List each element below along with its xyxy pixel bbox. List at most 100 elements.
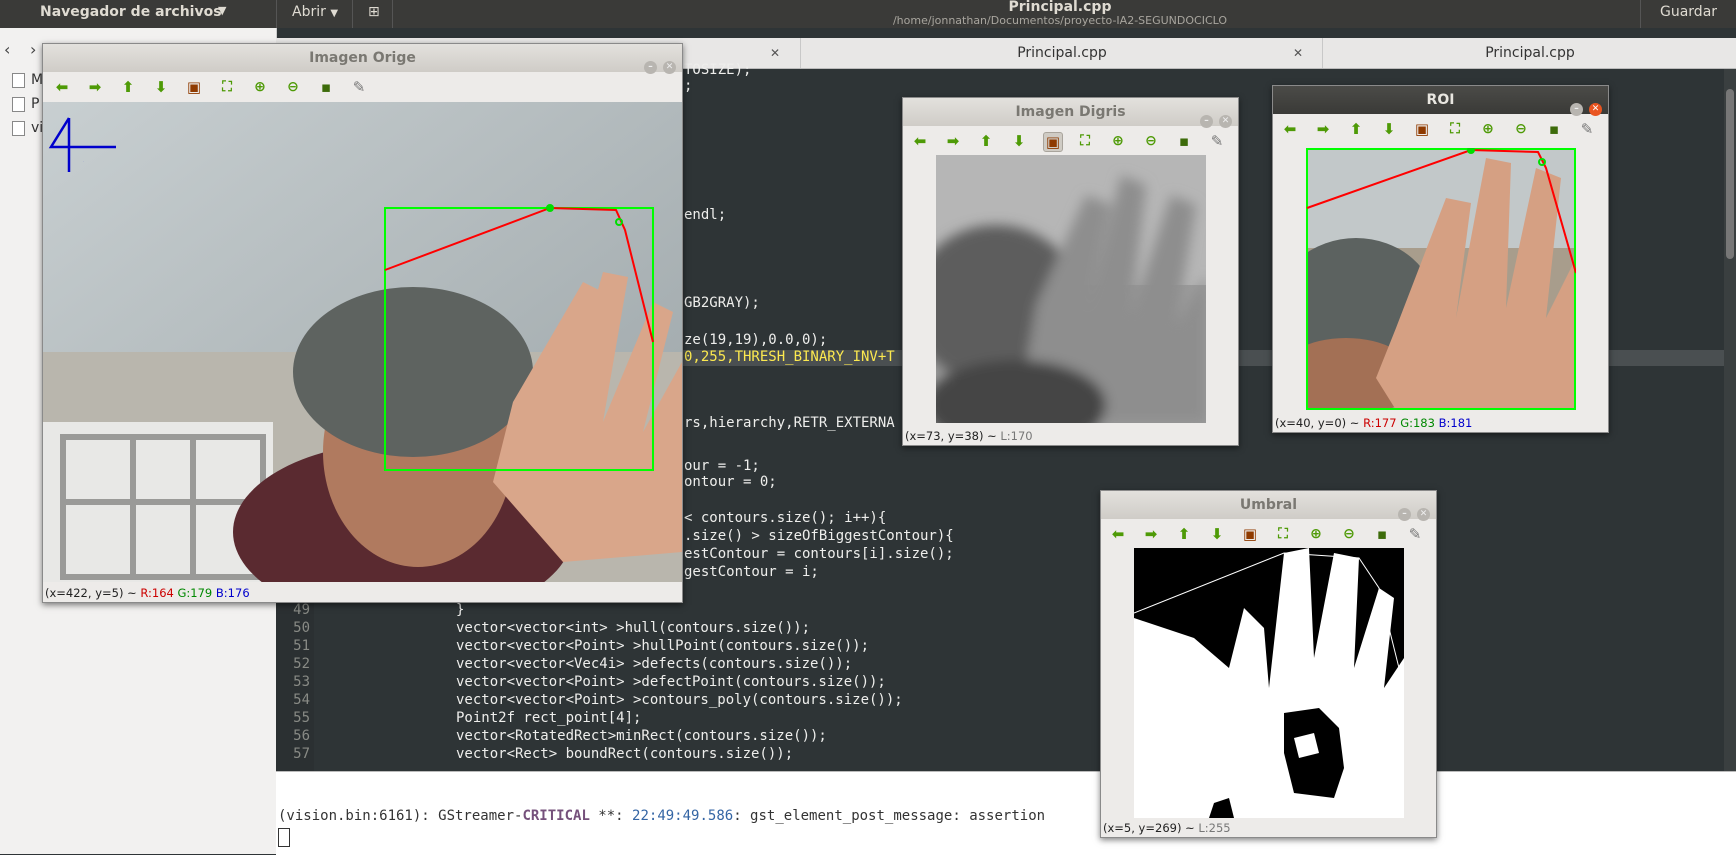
- window-title[interactable]: Umbral – ✕: [1101, 491, 1436, 521]
- window-path: /home/jonnathan/Documentos/proyecto-IA2-…: [892, 14, 1228, 27]
- arrow-right-icon[interactable]: ➡: [944, 132, 962, 150]
- code-fragment: ;: [684, 78, 693, 94]
- zoom-in-icon[interactable]: ⊕: [1479, 120, 1497, 138]
- image-icon[interactable]: ▣: [185, 78, 203, 96]
- status-bar: (x=422, y=5) ~ R:164 G:179 B:176: [45, 586, 250, 600]
- image-icon[interactable]: ▣: [1043, 132, 1063, 152]
- scrollbar-thumb[interactable]: [1726, 89, 1734, 259]
- top-bar: Navegador de archivos ▼ Abrir ▼ ⊞ Princi…: [0, 0, 1736, 28]
- tab-principal-2[interactable]: Principal.cpp: [1322, 38, 1736, 68]
- code-line: 55 Point2f rect_point[4];: [293, 710, 642, 726]
- status-bar: (x=40, y=0) ~ R:177 G:183 B:181: [1275, 416, 1473, 430]
- close-icon[interactable]: ✕: [1293, 38, 1303, 68]
- zoom-out-icon[interactable]: ⊖: [1340, 525, 1358, 543]
- zoom-in-icon[interactable]: ⊕: [251, 78, 269, 96]
- code-line: 52 vector<vector<Vec4i> >defects(contours…: [293, 656, 853, 672]
- arrow-up-icon[interactable]: ⬆: [1175, 525, 1193, 543]
- terminal-panel[interactable]: (vision.bin:6161): GStreamer-CRITICAL **…: [276, 771, 1736, 855]
- image-toolbar: ⬅ ➡ ⬆ ⬇ ▣ ⛶ ⊕ ⊖ ▪ ✎: [903, 126, 1238, 156]
- save-button[interactable]: Guardar: [1660, 4, 1717, 20]
- zoom-out-icon[interactable]: ⊖: [1512, 120, 1530, 138]
- arrow-down-icon[interactable]: ⬇: [1380, 120, 1398, 138]
- brush-icon[interactable]: ✎: [1406, 525, 1424, 543]
- file-icon: [12, 120, 25, 136]
- window-umbral[interactable]: Umbral – ✕ ⬅ ➡ ⬆ ⬇ ▣ ⛶ ⊕ ⊖ ▪ ✎ (x=5, y=26…: [1100, 490, 1437, 838]
- arrow-up-icon[interactable]: ⬆: [977, 132, 995, 150]
- code-line: 53 vector<vector<Point> >defectPoint(cont…: [293, 674, 886, 690]
- code-fragment: .size() > sizeOfBiggestContour){: [684, 528, 954, 544]
- save-icon[interactable]: ▪: [1175, 132, 1193, 150]
- close-icon[interactable]: ✕: [770, 38, 780, 68]
- code-fragment: gestContour = i;: [684, 564, 819, 580]
- contour-point: [546, 204, 554, 212]
- code-line: 54 vector<vector<Point> >contours_poly(co…: [293, 692, 903, 708]
- image-toolbar: ⬅ ➡ ⬆ ⬇ ▣ ⛶ ⊕ ⊖ ▪ ✎: [1273, 114, 1608, 144]
- save-icon[interactable]: ▪: [317, 78, 335, 96]
- file-item[interactable]: vi: [12, 120, 43, 136]
- fit-icon[interactable]: ⛶: [1274, 525, 1292, 543]
- arrow-right-icon[interactable]: ➡: [86, 78, 104, 96]
- code-fragment: GB2GRAY);: [684, 295, 760, 311]
- save-icon[interactable]: ▪: [1545, 120, 1563, 138]
- code-line: 51 vector<vector<Point> >hullPoint(contou…: [293, 638, 870, 654]
- file-item[interactable]: P: [12, 96, 39, 112]
- window-roi[interactable]: ROI – ✕ ⬅ ➡ ⬆ ⬇ ▣ ⛶ ⊕ ⊖ ▪ ✎ (x=40, y=0) ~…: [1272, 85, 1609, 433]
- code-line: 49}: [293, 602, 465, 618]
- code-fragment: endl;: [684, 207, 727, 223]
- window-imagen-digris[interactable]: Imagen Digris – ✕ ⬅ ➡ ⬆ ⬇ ▣ ⛶ ⊕ ⊖ ▪ ✎ (x=…: [902, 97, 1239, 446]
- code-line: 57 vector<Rect> boundRect(contours.size()…: [293, 746, 794, 762]
- zoom-in-icon[interactable]: ⊕: [1109, 132, 1127, 150]
- back-icon[interactable]: ‹: [4, 40, 10, 59]
- window-imagen-origen[interactable]: Imagen Orige – ✕ ⬅ ➡ ⬆ ⬇ ▣ ⛶ ⊕ ⊖ ▪ ✎ 4 (…: [42, 43, 683, 603]
- arrow-left-icon[interactable]: ⬅: [1109, 525, 1127, 543]
- file-item[interactable]: M: [12, 72, 43, 88]
- divider: [1640, 0, 1641, 28]
- arrow-up-icon[interactable]: ⬆: [1347, 120, 1365, 138]
- editor-scrollbar[interactable]: [1724, 69, 1736, 771]
- fit-icon[interactable]: ⛶: [1076, 132, 1094, 150]
- image-toolbar: ⬅ ➡ ⬆ ⬇ ▣ ⛶ ⊕ ⊖ ▪ ✎: [1101, 519, 1436, 549]
- window-title[interactable]: Imagen Digris – ✕: [903, 98, 1238, 128]
- fit-icon[interactable]: ⛶: [218, 78, 236, 96]
- arrow-up-icon[interactable]: ⬆: [119, 78, 137, 96]
- file-icon: [12, 96, 25, 112]
- terminal-line: (vision.bin:6161): GStreamer-CRITICAL **…: [278, 808, 1046, 824]
- status-bar: (x=73, y=38) ~ L:170: [905, 429, 1033, 443]
- code-fragment: < contours.size(); i++){: [684, 510, 887, 526]
- tab-label: Principal.cpp: [1017, 45, 1107, 61]
- arrow-left-icon[interactable]: ⬅: [53, 78, 71, 96]
- zoom-in-icon[interactable]: ⊕: [1307, 525, 1325, 543]
- window-title[interactable]: Imagen Orige – ✕: [43, 44, 682, 74]
- arrow-down-icon[interactable]: ⬇: [152, 78, 170, 96]
- code-fragment: rs,hierarchy,RETR_EXTERNA: [684, 415, 895, 431]
- status-bar: (x=5, y=269) ~ L:255: [1103, 821, 1231, 835]
- fit-icon[interactable]: ⛶: [1446, 120, 1464, 138]
- grayscale-image: [936, 155, 1206, 423]
- arrow-left-icon[interactable]: ⬅: [1281, 120, 1299, 138]
- arrow-left-icon[interactable]: ⬅: [911, 132, 929, 150]
- brush-icon[interactable]: ✎: [350, 78, 368, 96]
- code-line: 50 vector<vector<int> >hull(contours.size…: [293, 620, 811, 636]
- brush-icon[interactable]: ✎: [1578, 120, 1596, 138]
- tab-principal-1[interactable]: Principal.cpp ✕: [800, 38, 1323, 68]
- file-item-label: P: [31, 96, 40, 112]
- arrow-down-icon[interactable]: ⬇: [1208, 525, 1226, 543]
- tab-label: Principal.cpp: [1485, 45, 1575, 61]
- arrow-down-icon[interactable]: ⬇: [1010, 132, 1028, 150]
- code-fragment: ze(19,19),0.0,0);: [684, 332, 828, 348]
- terminal-cursor: [278, 828, 290, 847]
- roi-image: [1306, 148, 1576, 410]
- zoom-out-icon[interactable]: ⊖: [284, 78, 302, 96]
- image-icon[interactable]: ▣: [1413, 120, 1431, 138]
- save-icon[interactable]: ▪: [1373, 525, 1391, 543]
- code-line: 56 vector<RotatedRect>minRect(contours.si…: [293, 728, 827, 744]
- camera-image: 4: [43, 102, 682, 582]
- window-title[interactable]: ROI – ✕: [1273, 86, 1608, 116]
- brush-icon[interactable]: ✎: [1208, 132, 1226, 150]
- zoom-out-icon[interactable]: ⊖: [1142, 132, 1160, 150]
- image-icon[interactable]: ▣: [1241, 525, 1259, 543]
- forward-icon[interactable]: ›: [30, 40, 36, 59]
- image-toolbar: ⬅ ➡ ⬆ ⬇ ▣ ⛶ ⊕ ⊖ ▪ ✎: [43, 72, 682, 102]
- arrow-right-icon[interactable]: ➡: [1142, 525, 1160, 543]
- arrow-right-icon[interactable]: ➡: [1314, 120, 1332, 138]
